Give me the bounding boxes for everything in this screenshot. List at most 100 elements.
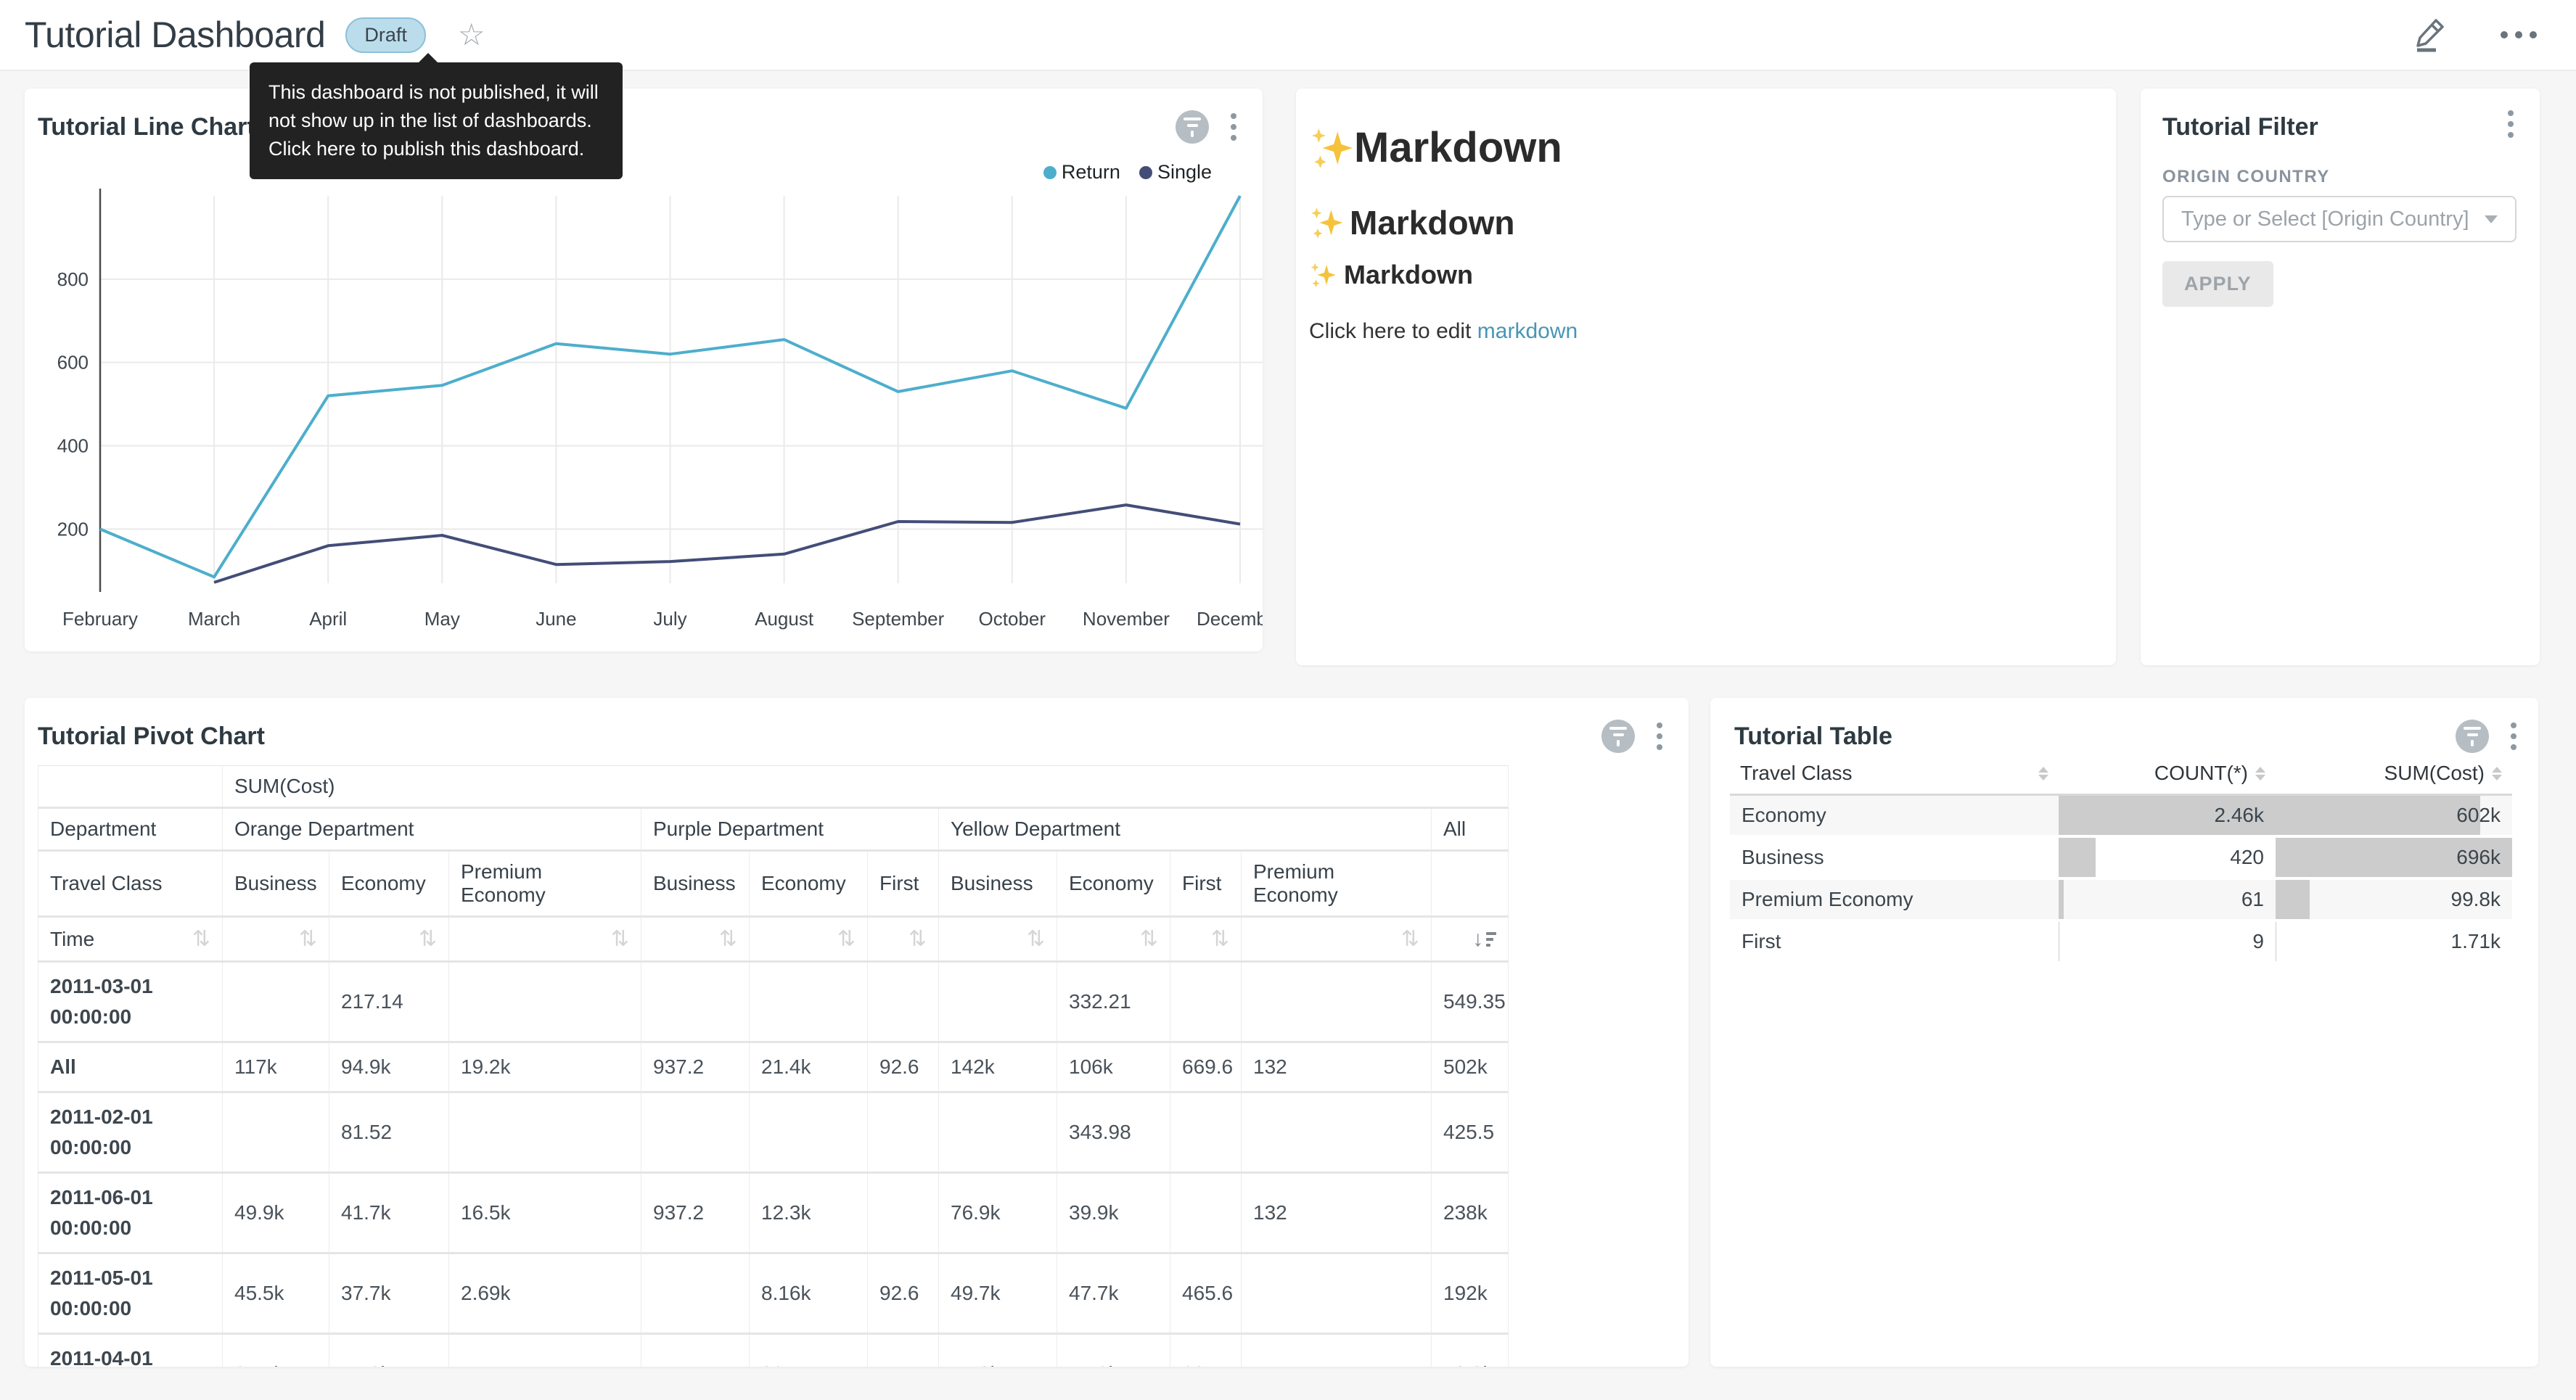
cell-count: 9 xyxy=(2059,921,2276,963)
draft-status-badge[interactable]: Draft xyxy=(345,17,426,53)
pivot-cell: 217.14 xyxy=(329,962,449,1042)
pivot-group-header: Purple Department xyxy=(641,808,939,851)
column-header-count[interactable]: COUNT(*) xyxy=(2059,753,2276,795)
table-row: Business420696k xyxy=(1730,836,2512,878)
table-panel-title: Tutorial Table xyxy=(1734,722,1892,751)
x-axis-tick: February xyxy=(62,608,138,630)
pivot-cell: 937.2 xyxy=(641,1042,750,1092)
pivot-cell xyxy=(449,1334,641,1367)
edit-dashboard-button[interactable] xyxy=(2413,15,2448,56)
x-axis-tick: April xyxy=(309,608,347,630)
pivot-cell xyxy=(641,1334,750,1367)
sort-column-all[interactable]: ↓ xyxy=(1432,917,1509,962)
pivot-cell: 8.16k xyxy=(750,1253,868,1334)
dashboard-header: Tutorial Dashboard Draft ☆ xyxy=(0,0,2576,71)
pivot-cell: 21.4k xyxy=(223,1334,329,1367)
chart-menu-icon[interactable] xyxy=(2511,722,2516,750)
pivot-cell xyxy=(641,1092,750,1173)
pivot-table: SUM(Cost)DepartmentOrange DepartmentPurp… xyxy=(38,765,1509,1367)
cell-sum: 1.71k xyxy=(2276,921,2512,963)
table-panel: Tutorial Table Travel ClassCOUNT(*)SUM(C… xyxy=(1710,698,2538,1367)
cell-count: 420 xyxy=(2059,836,2276,878)
pivot-chart-title: Tutorial Pivot Chart xyxy=(38,722,265,751)
pivot-group-header: All xyxy=(1432,808,1509,851)
pivot-cell: 17.3k xyxy=(1057,1334,1170,1367)
pivot-cell: 41.7k xyxy=(329,1173,449,1253)
select-placeholder: Type or Select [Origin Country] xyxy=(2181,207,2469,231)
sort-icon[interactable]: ⇅ xyxy=(868,917,939,962)
applied-filters-icon[interactable] xyxy=(2456,720,2489,753)
pivot-data-row: 2011-05-01 00:00:0045.5k37.7k2.69k8.16k9… xyxy=(38,1253,1509,1334)
pivot-cell xyxy=(1242,1253,1432,1334)
pivot-cell xyxy=(223,962,329,1042)
pivot-cell: 45.5k xyxy=(223,1253,329,1334)
pivot-cell xyxy=(641,1253,750,1334)
pivot-cell: 21.4k xyxy=(750,1042,868,1092)
sort-icon[interactable]: ⇅ xyxy=(1170,917,1242,962)
cell-sum: 696k xyxy=(2276,836,2512,878)
column-header-travel-class[interactable]: Travel Class xyxy=(1730,753,2059,795)
pivot-cell xyxy=(868,1173,939,1253)
pivot-department-row: DepartmentOrange DepartmentPurple Depart… xyxy=(38,808,1509,851)
x-axis-tick: May xyxy=(424,608,460,630)
data-table: Travel ClassCOUNT(*)SUM(Cost)Economy2.46… xyxy=(1730,753,2512,964)
origin-country-select[interactable]: Type or Select [Origin Country] xyxy=(2162,196,2516,242)
pivot-cell: 502k xyxy=(1432,1042,1509,1092)
chart-menu-icon[interactable] xyxy=(1657,722,1662,750)
edit-markdown-link[interactable]: markdown xyxy=(1477,319,1578,343)
sort-icon[interactable]: ⇅ xyxy=(329,917,449,962)
pivot-group-header: Yellow Department xyxy=(939,808,1432,851)
pivot-cell: 37.7k xyxy=(329,1253,449,1334)
y-axis-tick: 600 xyxy=(57,352,89,374)
pivot-cell xyxy=(449,1092,641,1173)
sort-carets-icon xyxy=(2038,767,2048,781)
y-axis-tick: 200 xyxy=(57,518,89,540)
markdown-paragraph: Click here to edit markdown xyxy=(1309,319,1578,344)
cell-sum: 602k xyxy=(2276,795,2512,837)
pivot-cell: 117k xyxy=(223,1042,329,1092)
pivot-cell xyxy=(1170,1092,1242,1173)
sort-icon[interactable]: ⇅ xyxy=(223,917,329,962)
pivot-cell: 47.7k xyxy=(1057,1253,1170,1334)
pivot-cell: 937.2 xyxy=(641,1173,750,1253)
table-row: Premium Economy6199.8k xyxy=(1730,878,2512,921)
apply-filter-button[interactable]: APPLY xyxy=(2162,261,2273,307)
cell-sum: 99.8k xyxy=(2276,878,2512,921)
sort-icon[interactable]: ⇅ xyxy=(1242,917,1432,962)
markdown-heading-1: Markdown xyxy=(1309,123,1562,172)
pivot-cell: 204 xyxy=(1170,1334,1242,1367)
more-actions-icon[interactable] xyxy=(2501,31,2537,38)
cell-count: 61 xyxy=(2059,878,2276,921)
sort-icon[interactable]: ⇅ xyxy=(939,917,1057,962)
pivot-cell: 2.69k xyxy=(449,1253,641,1334)
sort-icon[interactable]: ⇅ xyxy=(750,917,868,962)
applied-filters-icon[interactable] xyxy=(1601,720,1635,753)
pivot-cell: 19.2k xyxy=(449,1042,641,1092)
pivot-class-header: Business xyxy=(641,851,750,917)
pivot-data-row: 2011-03-01 00:00:00217.14332.21549.35 xyxy=(38,962,1509,1042)
x-axis-tick: November xyxy=(1083,608,1170,630)
sort-icon[interactable]: ⇅ xyxy=(449,917,641,962)
pivot-cell: 76.9k xyxy=(939,1173,1057,1253)
pivot-chart-panel: Tutorial Pivot Chart SUM(Cost)Department… xyxy=(25,698,1689,1367)
pivot-cell: 70.9k xyxy=(1432,1334,1509,1367)
pivot-cell: 669.6 xyxy=(1170,1042,1242,1092)
markdown-heading-3: Markdown xyxy=(1309,260,1473,290)
sort-icon[interactable]: ⇅ xyxy=(1057,917,1170,962)
sort-icon[interactable]: ⇅ xyxy=(641,917,750,962)
column-header-sum-cost[interactable]: SUM(Cost) xyxy=(2276,753,2512,795)
x-axis-tick: March xyxy=(188,608,240,630)
favorite-star-icon[interactable]: ☆ xyxy=(458,20,485,50)
pivot-sort-row: Time⇅⇅⇅⇅⇅⇅⇅⇅⇅⇅⇅↓ xyxy=(38,917,1509,962)
pivot-time-header[interactable]: Time⇅ xyxy=(38,917,223,962)
pivot-row-header: 2011-04-01 00:00:00 xyxy=(38,1334,223,1367)
cell-travel-class: Economy xyxy=(1730,795,2059,837)
pivot-cell xyxy=(868,1334,939,1367)
pivot-cell: 132 xyxy=(1242,1042,1432,1092)
series-single xyxy=(214,505,1240,582)
filter-menu-icon[interactable] xyxy=(2508,110,2514,138)
pivot-row-header: 2011-03-01 00:00:00 xyxy=(38,962,223,1042)
pivot-row-header: 2011-02-01 00:00:00 xyxy=(38,1092,223,1173)
table-row: Economy2.46k602k xyxy=(1730,795,2512,837)
x-axis-tick: October xyxy=(979,608,1046,630)
